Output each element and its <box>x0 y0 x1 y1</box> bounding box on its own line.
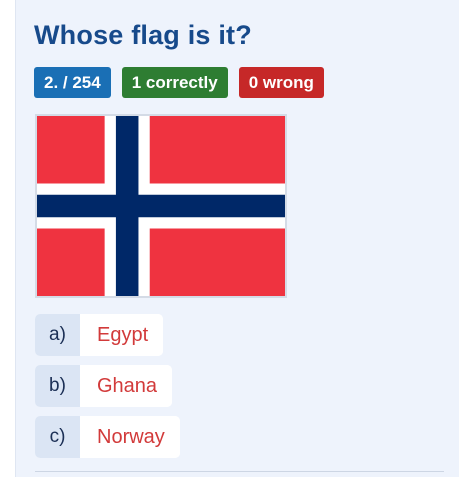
bottom-divider <box>35 471 444 472</box>
quiz-title: Whose flag is it? <box>34 20 252 50</box>
norway-flag-icon <box>37 116 285 296</box>
quiz-card: Whose flag is it? 2. / 254 1 correctly 0… <box>15 0 459 477</box>
answer-label-b: Ghana <box>80 365 173 407</box>
answer-option-b[interactable]: b) Ghana <box>35 365 173 407</box>
answer-key-b: b) <box>35 365 80 407</box>
flag-image <box>35 114 287 298</box>
answer-label-c: Norway <box>80 416 180 458</box>
answer-list: a) Egypt b) Ghana c) Norway <box>35 314 180 467</box>
answer-option-a[interactable]: a) Egypt <box>35 314 164 356</box>
correct-count-badge: 1 correctly <box>121 67 228 98</box>
answer-key-a: a) <box>35 314 80 356</box>
answer-label-a: Egypt <box>80 314 164 356</box>
score-badges: 2. / 254 1 correctly 0 wrong <box>34 67 324 98</box>
flag-blue-horizontal-stripe <box>37 194 285 218</box>
wrong-count-badge: 0 wrong <box>238 67 324 98</box>
progress-badge: 2. / 254 <box>34 67 111 98</box>
answer-key-c: c) <box>35 416 80 458</box>
answer-option-c[interactable]: c) Norway <box>35 416 180 458</box>
